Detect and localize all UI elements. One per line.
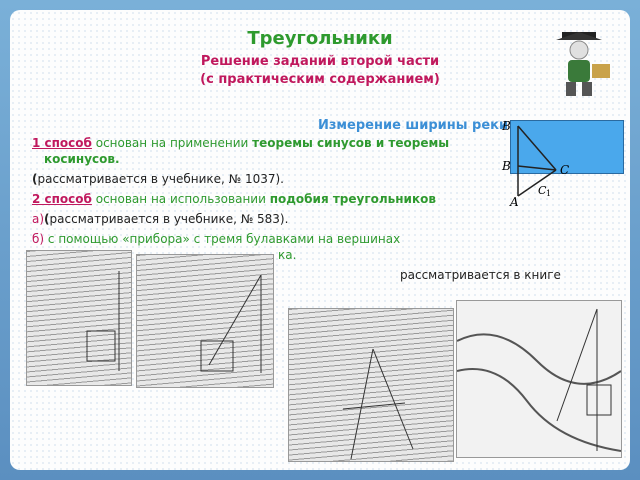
- triangle-diagram: B B C C 1 A: [501, 119, 569, 208]
- method-2-number: 2 способ: [32, 192, 92, 206]
- method-1-line: 1 способ основан на применении теоремы с…: [32, 136, 449, 150]
- method-1-text: основан на применении: [91, 136, 253, 150]
- method-1-number: 1 способ: [32, 136, 92, 150]
- item-b-text: с помощью «прибора» с тремя булавками на…: [44, 232, 401, 246]
- method-1-ref: рассматривается в учебнике, № 1037).: [37, 172, 284, 186]
- label-sub1: 1: [546, 189, 551, 198]
- river-illustration-3: [288, 308, 454, 462]
- river-illustration-1: [26, 250, 132, 386]
- method-1-ref-line: (рассматривается в учебнике, № 1037).: [32, 172, 284, 186]
- item-a-line: а)(рассматривается в учебнике, № 583).: [32, 212, 288, 226]
- label-b1: B: [501, 159, 511, 173]
- slide-subtitle: Решение заданий второй части: [200, 54, 440, 69]
- item-b-label: б): [32, 232, 45, 246]
- slide: Треугольники Решение заданий второй част…: [10, 10, 630, 470]
- method-1-bold: теоремы синусов и теоремы: [252, 136, 450, 150]
- method-2-text: основан на использовании: [91, 192, 270, 206]
- river-illustration-4: [456, 300, 622, 458]
- method-2-line: 2 способ основан на использовании подоби…: [32, 192, 436, 206]
- slide-subtitle-2: (с практическим содержанием): [200, 72, 440, 87]
- method-2-bold: подобия треугольников: [269, 192, 436, 206]
- item-b-text-2: ка.: [278, 248, 297, 262]
- slide-title: Треугольники: [247, 28, 393, 49]
- method-1-bold-2: косинусов.: [44, 152, 120, 166]
- item-a-ref: рассматривается в учебнике, № 583).: [49, 212, 289, 226]
- river-illustration-2: [136, 254, 274, 388]
- label-a: A: [509, 195, 519, 208]
- book-text: рассматривается в книге: [400, 268, 561, 282]
- item-a-label: а): [32, 212, 45, 226]
- label-b: B: [501, 119, 511, 133]
- item-b-line: б) с помощью «прибора» с тремя булавками…: [32, 232, 400, 246]
- label-c: C: [560, 163, 569, 177]
- section-heading: Измерение ширины реки: [318, 118, 509, 133]
